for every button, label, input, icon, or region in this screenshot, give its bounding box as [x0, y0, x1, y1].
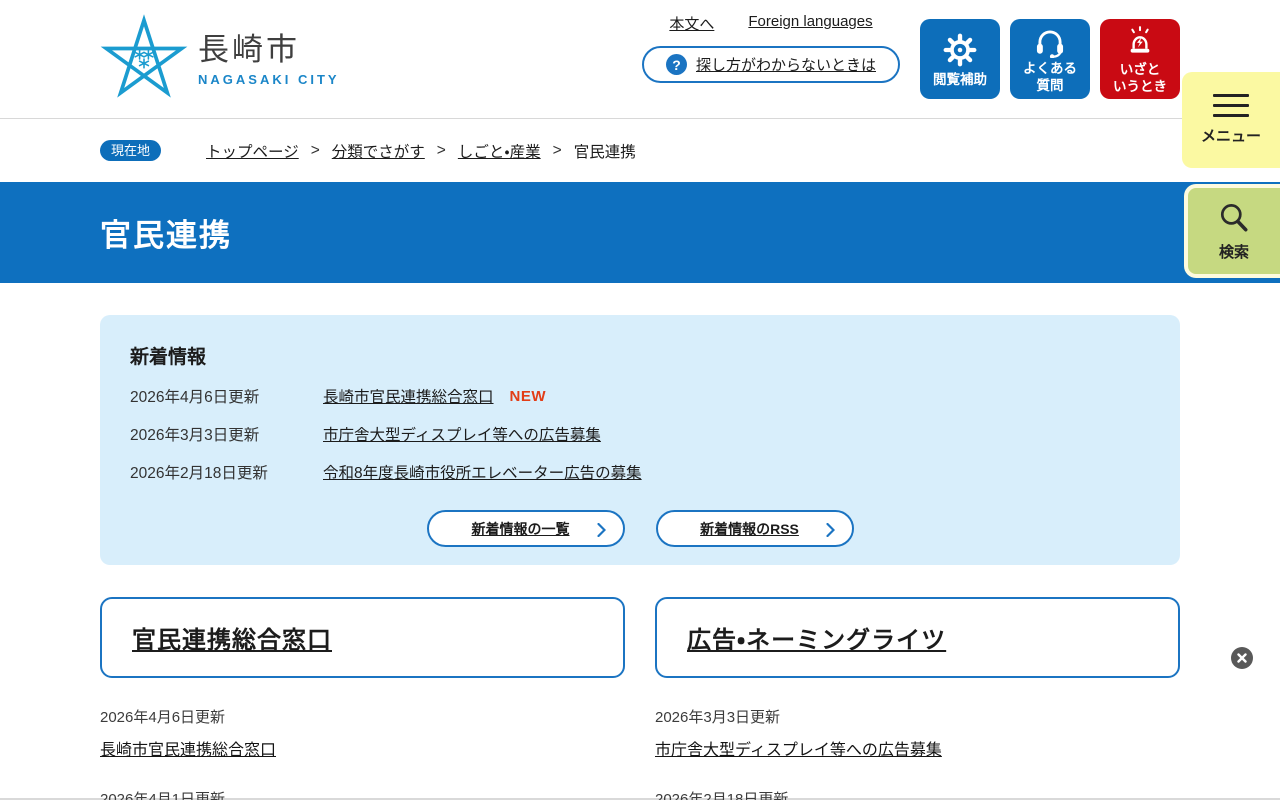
update-date: 2026年4月1日更新 — [100, 791, 226, 800]
update-date: 2026年3月3日更新 — [655, 709, 781, 726]
category-title: 広告・ネーミングライツ — [687, 627, 947, 654]
search-icon — [1220, 204, 1248, 232]
breadcrumb-link-industry[interactable]: しごと・産業 — [458, 140, 541, 162]
foreign-languages-link[interactable]: Foreign languages — [748, 13, 872, 34]
nagasaki-star-logo-icon — [100, 14, 188, 98]
faq-button[interactable]: よくある 質問 — [1010, 19, 1090, 99]
site-header: 長崎市 NAGASAKI CITY 本文へ Foreign languages … — [0, 0, 1280, 119]
news-section: 新着情報 2026年4月6日更新 長崎市官民連携総合窓口 NEW 2026年3月… — [100, 315, 1180, 565]
search-help-button[interactable]: ? 探し方がわからないときは — [641, 46, 900, 83]
emergency-button-label: いざと いうとき — [1113, 62, 1167, 94]
menu-button[interactable]: メニュー — [1182, 72, 1280, 168]
update-date: 2026年4月6日更新 — [100, 709, 226, 726]
category-box-public-private[interactable]: 官民連携総合窓口 — [100, 597, 625, 678]
siren-icon — [1130, 26, 1150, 53]
category-update: 2026年4月6日更新 長崎市官民連携総合窓口 — [100, 706, 625, 760]
breadcrumb-link-home[interactable]: トップページ — [206, 140, 299, 162]
close-icon — [1237, 653, 1247, 663]
breadcrumb: 現在地 トップページ > 分類でさがす > しごと・産業 > 官民連携 — [0, 119, 1280, 182]
category-title: 官民連携総合窓口 — [132, 627, 332, 654]
page-title: 官民連携 — [100, 218, 232, 253]
news-date: 2026年4月6日更新 — [130, 389, 260, 406]
news-rss-button[interactable]: 新着情報のRSS — [655, 510, 854, 547]
news-row: 2026年2月18日更新 令和8年度長崎市役所エレベーター広告の募集 — [130, 461, 1150, 483]
accessibility-button[interactable]: 閲覧補助 — [920, 19, 1000, 99]
update-link[interactable]: 長崎市官民連携総合窓口 — [100, 736, 276, 760]
new-badge: NEW — [509, 387, 547, 405]
site-title: 長崎市 — [198, 31, 300, 67]
close-widget-button[interactable] — [1231, 647, 1253, 669]
breadcrumb-separator: > — [436, 141, 446, 159]
news-row: 2026年3月3日更新 市庁舎大型ディスプレイ等への広告募集 — [130, 423, 1150, 445]
category-update: 2026年3月3日更新 市庁舎大型ディスプレイ等への広告募集 — [655, 706, 1180, 760]
page-title-banner: 官民連携 — [0, 182, 1280, 283]
site-title-en: NAGASAKI CITY — [198, 72, 340, 88]
category-column: 広告・ネーミングライツ 2026年3月3日更新 市庁舎大型ディスプレイ等への広告… — [655, 597, 1180, 800]
update-date: 2026年2月18日更新 — [655, 791, 789, 800]
breadcrumb-link-category[interactable]: 分類でさがす — [332, 140, 425, 162]
faq-button-label: よくある 質問 — [1023, 61, 1077, 93]
breadcrumb-current: 官民連携 — [573, 143, 636, 161]
breadcrumb-separator: > — [552, 141, 562, 159]
chevron-right-icon — [596, 523, 606, 537]
category-update: 2026年4月1日更新 — [100, 788, 625, 800]
category-column: 官民連携総合窓口 2026年4月6日更新 長崎市官民連携総合窓口 2026年4月… — [100, 597, 625, 800]
current-location-badge: 現在地 — [100, 140, 162, 161]
accessibility-button-label: 閲覧補助 — [933, 72, 987, 88]
breadcrumb-separator: > — [310, 141, 320, 159]
search-button[interactable]: 検索 — [1184, 184, 1280, 278]
question-icon: ? — [665, 54, 687, 75]
site-logo[interactable]: 長崎市 NAGASAKI CITY — [100, 12, 340, 106]
headset-icon — [1036, 30, 1064, 59]
news-link[interactable]: 長崎市官民連携総合窓口 — [323, 385, 494, 407]
news-list-button[interactable]: 新着情報の一覧 — [426, 510, 625, 547]
search-help-label: 探し方がわからないときは — [695, 57, 876, 74]
hamburger-icon — [1213, 94, 1249, 117]
update-link[interactable]: 市庁舎大型ディスプレイ等への広告募集 — [655, 736, 942, 760]
news-heading: 新着情報 — [130, 347, 207, 368]
category-update: 2026年2月18日更新 — [655, 788, 1180, 800]
chevron-right-icon — [825, 523, 835, 537]
news-date: 2026年3月3日更新 — [130, 427, 260, 444]
news-date: 2026年2月18日更新 — [130, 465, 268, 482]
menu-button-label: メニュー — [1200, 128, 1261, 145]
news-link[interactable]: 市庁舎大型ディスプレイ等への広告募集 — [323, 423, 601, 445]
gear-icon — [943, 33, 977, 67]
skip-to-content-link[interactable]: 本文へ — [669, 13, 714, 34]
emergency-button[interactable]: いざと いうとき — [1100, 19, 1180, 99]
news-row: 2026年4月6日更新 長崎市官民連携総合窓口 NEW — [130, 385, 1150, 407]
category-box-advertising[interactable]: 広告・ネーミングライツ — [655, 597, 1180, 678]
search-button-label: 検索 — [1218, 244, 1249, 261]
news-link[interactable]: 令和8年度長崎市役所エレベーター広告の募集 — [323, 461, 642, 483]
